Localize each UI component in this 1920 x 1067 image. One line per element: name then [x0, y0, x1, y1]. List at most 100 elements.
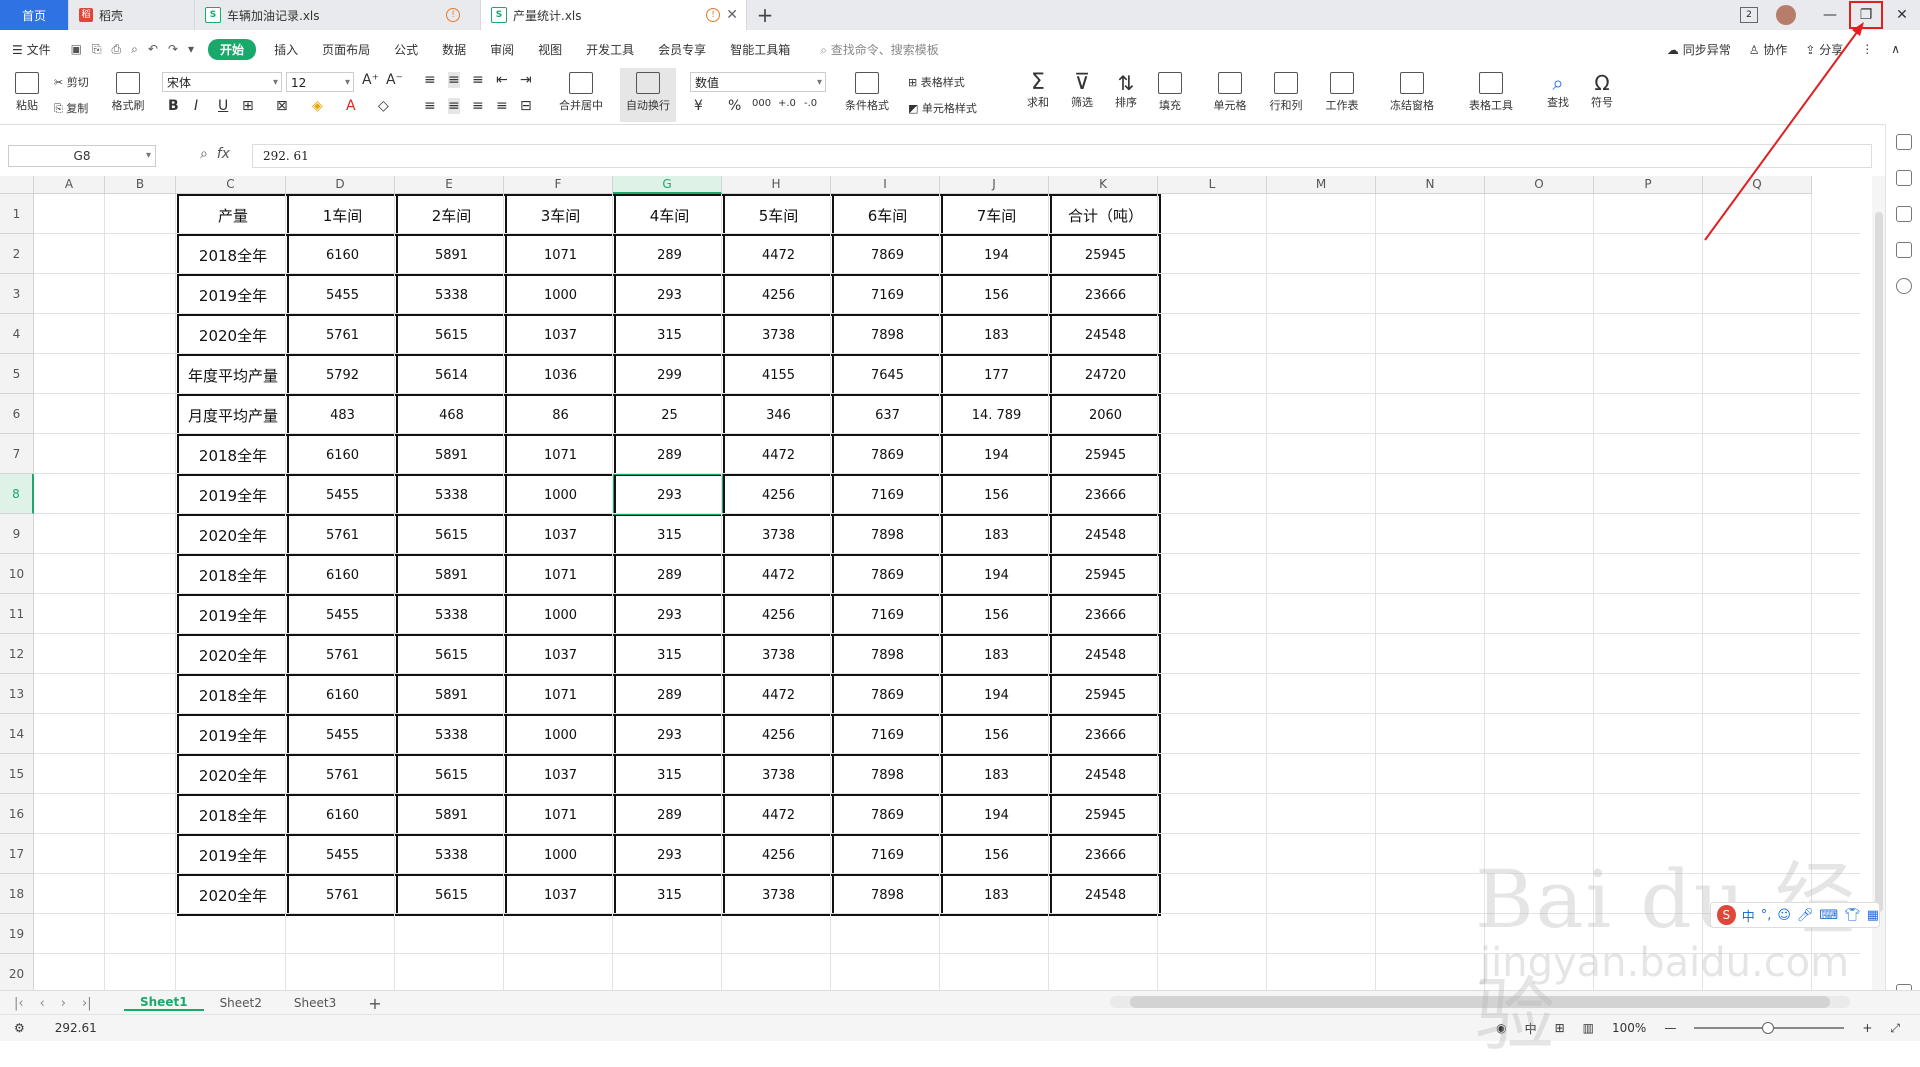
header-cell[interactable]: 产量 — [177, 194, 289, 236]
wrap-text-button[interactable]: 自动换行 — [620, 68, 676, 122]
data-cell[interactable]: 315 — [614, 754, 725, 796]
select-cursor-icon[interactable] — [1896, 170, 1912, 186]
data-cell[interactable]: 3738 — [723, 754, 834, 796]
sogou-icon[interactable]: S — [1717, 905, 1736, 925]
formula-input[interactable]: 292. 61 — [252, 144, 1872, 168]
data-cell[interactable]: 3738 — [723, 514, 834, 556]
zoom-formula-icon[interactable]: ⌕ — [200, 146, 208, 162]
row-header-17[interactable]: 17 — [0, 834, 34, 874]
data-cell[interactable]: 5891 — [396, 234, 507, 276]
data-cell[interactable]: 315 — [614, 874, 725, 916]
row-label-cell[interactable]: 2018全年 — [177, 674, 289, 716]
number-format-select[interactable]: 数值 — [690, 72, 826, 93]
data-cell[interactable]: 2060 — [1050, 394, 1161, 436]
data-cell[interactable]: 194 — [941, 434, 1052, 476]
sheet-tab-sheet3[interactable]: Sheet3 — [278, 996, 352, 1010]
row-label-cell[interactable]: 月度平均产量 — [177, 394, 289, 436]
row-label-cell[interactable]: 2018全年 — [177, 434, 289, 476]
row-header-8[interactable]: 8 — [0, 474, 34, 514]
data-cell[interactable]: 5455 — [287, 274, 398, 316]
sum-button[interactable]: Σ 求和 — [1020, 72, 1056, 110]
tab-smart-toolbox[interactable]: 智能工具箱 — [718, 41, 802, 58]
column-header-p[interactable]: P — [1594, 176, 1703, 194]
data-cell[interactable]: 1000 — [505, 474, 616, 516]
row-header-6[interactable]: 6 — [0, 394, 34, 434]
data-cell[interactable]: 3738 — [723, 314, 834, 356]
next-sheet-icon[interactable]: › — [61, 996, 66, 1011]
ime-punct-icon[interactable]: °, — [1761, 908, 1772, 923]
decrease-font-icon[interactable]: A⁻ — [386, 72, 403, 88]
data-cell[interactable]: 25945 — [1050, 554, 1161, 596]
data-cell[interactable]: 7869 — [832, 674, 943, 716]
data-cell[interactable]: 1071 — [505, 674, 616, 716]
data-cell[interactable]: 7169 — [832, 274, 943, 316]
data-cell[interactable]: 468 — [396, 394, 507, 436]
data-cell[interactable]: 156 — [941, 474, 1052, 516]
settings-sliders-icon[interactable] — [1896, 206, 1912, 222]
find-button[interactable]: ⌕ 查找 — [1540, 72, 1576, 110]
data-cell[interactable]: 156 — [941, 274, 1052, 316]
data-cell[interactable]: 637 — [832, 394, 943, 436]
tab-member[interactable]: 会员专享 — [646, 41, 718, 58]
row-header-11[interactable]: 11 — [0, 594, 34, 634]
restore-button[interactable]: ❐ — [1848, 0, 1884, 30]
merge-center-button[interactable]: 合并居中 — [553, 72, 609, 113]
data-cell[interactable]: 7869 — [832, 434, 943, 476]
data-cell[interactable]: 4256 — [723, 834, 834, 876]
data-cell[interactable]: 5338 — [396, 594, 507, 636]
collapse-ribbon-icon[interactable]: ∧ — [1891, 42, 1900, 56]
column-header-c[interactable]: C — [176, 176, 286, 194]
data-cell[interactable]: 23666 — [1050, 714, 1161, 756]
data-cell[interactable]: 7169 — [832, 474, 943, 516]
data-cell[interactable]: 5614 — [396, 354, 507, 396]
row-header-9[interactable]: 9 — [0, 514, 34, 554]
data-cell[interactable]: 1037 — [505, 514, 616, 556]
fx-icon[interactable]: fx — [217, 146, 230, 162]
data-cell[interactable]: 315 — [614, 634, 725, 676]
data-cell[interactable]: 5615 — [396, 634, 507, 676]
column-header-o[interactable]: O — [1485, 176, 1594, 194]
header-cell[interactable]: 3车间 — [505, 194, 616, 236]
prev-sheet-icon[interactable]: ‹ — [40, 996, 45, 1011]
data-cell[interactable]: 7898 — [832, 754, 943, 796]
data-cell[interactable]: 5761 — [287, 514, 398, 556]
data-cell[interactable]: 14. 789 — [941, 394, 1052, 436]
data-cell[interactable]: 183 — [941, 874, 1052, 916]
thousands-icon[interactable]: 000 — [752, 98, 771, 109]
data-cell[interactable]: 23666 — [1050, 474, 1161, 516]
column-header-m[interactable]: M — [1267, 176, 1376, 194]
data-cell[interactable]: 346 — [723, 394, 834, 436]
align-right-icon[interactable]: ≡ — [472, 98, 484, 114]
data-cell[interactable]: 5891 — [396, 794, 507, 836]
new-tab-button[interactable]: + — [747, 0, 783, 30]
data-cell[interactable]: 3738 — [723, 874, 834, 916]
border-icon[interactable]: ⊞ — [242, 98, 254, 114]
tab-review[interactable]: 审阅 — [478, 41, 526, 58]
data-cell[interactable]: 1000 — [505, 834, 616, 876]
data-cell[interactable]: 183 — [941, 634, 1052, 676]
data-cell[interactable]: 299 — [614, 354, 725, 396]
data-cell[interactable]: 289 — [614, 794, 725, 836]
ime-emoji-icon[interactable]: ☺ — [1777, 908, 1791, 923]
data-cell[interactable]: 7645 — [832, 354, 943, 396]
data-cell[interactable]: 7169 — [832, 834, 943, 876]
tab-file-fuel-records[interactable]: S 车辆加油记录.xls ! — [195, 0, 481, 30]
data-cell[interactable]: 4472 — [723, 674, 834, 716]
clear-icon[interactable]: ◇ — [378, 98, 389, 114]
data-cell[interactable]: 4256 — [723, 274, 834, 316]
print-icon[interactable]: ⎙ — [112, 42, 122, 57]
tab-formula[interactable]: 公式 — [382, 41, 430, 58]
name-box[interactable]: G8 — [8, 145, 156, 167]
data-cell[interactable]: 183 — [941, 514, 1052, 556]
collapse-panel-icon[interactable] — [1896, 134, 1912, 150]
italic-icon[interactable]: I — [194, 98, 198, 114]
close-window-button[interactable]: ✕ — [1884, 0, 1920, 30]
data-cell[interactable]: 5338 — [396, 714, 507, 756]
ime-menu-icon[interactable]: ▦ — [1867, 908, 1879, 923]
table-tools-button[interactable]: 表格工具 — [1462, 72, 1520, 113]
data-cell[interactable]: 86 — [505, 394, 616, 436]
data-cell[interactable]: 1071 — [505, 554, 616, 596]
data-cell[interactable]: 194 — [941, 794, 1052, 836]
cell-button[interactable]: 单元格 — [1206, 72, 1254, 113]
data-cell[interactable]: 24720 — [1050, 354, 1161, 396]
